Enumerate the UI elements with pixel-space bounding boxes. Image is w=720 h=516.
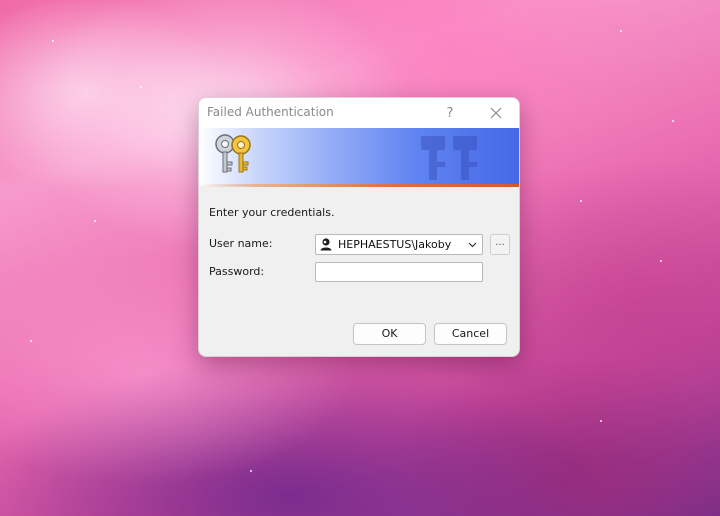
desktop-wallpaper: Failed Authentication ? Enter your crede…: [0, 0, 720, 516]
star: [250, 470, 252, 472]
help-icon: ?: [446, 105, 454, 121]
star: [600, 420, 602, 422]
username-combobox[interactable]: HEPHAESTUS\Jakoby: [315, 234, 483, 255]
username-label: User name:: [209, 237, 273, 250]
close-icon: [490, 107, 502, 119]
dialog-title: Failed Authentication: [207, 105, 334, 119]
star: [140, 86, 142, 88]
star: [672, 120, 674, 122]
star: [30, 340, 32, 342]
authentication-dialog: Failed Authentication ? Enter your crede…: [198, 97, 520, 357]
chevron-down-icon[interactable]: [466, 238, 479, 251]
star: [620, 30, 622, 32]
ok-button[interactable]: OK: [353, 323, 426, 345]
star: [660, 260, 662, 262]
user-account-icon: [320, 238, 332, 251]
credentials-prompt: Enter your credentials.: [209, 206, 335, 219]
dialog-titlebar[interactable]: Failed Authentication ?: [199, 98, 519, 128]
browse-users-button[interactable]: ...: [490, 234, 510, 255]
cancel-button[interactable]: Cancel: [434, 323, 507, 345]
star: [580, 200, 582, 202]
username-value: HEPHAESTUS\Jakoby: [338, 238, 452, 251]
password-field[interactable]: [315, 262, 483, 282]
help-button[interactable]: ?: [427, 98, 473, 128]
keys-watermark-icon: [421, 136, 477, 180]
star: [52, 40, 54, 42]
star: [94, 220, 96, 222]
close-button[interactable]: [473, 98, 519, 128]
keys-icon: [215, 134, 251, 173]
password-label: Password:: [209, 265, 265, 278]
